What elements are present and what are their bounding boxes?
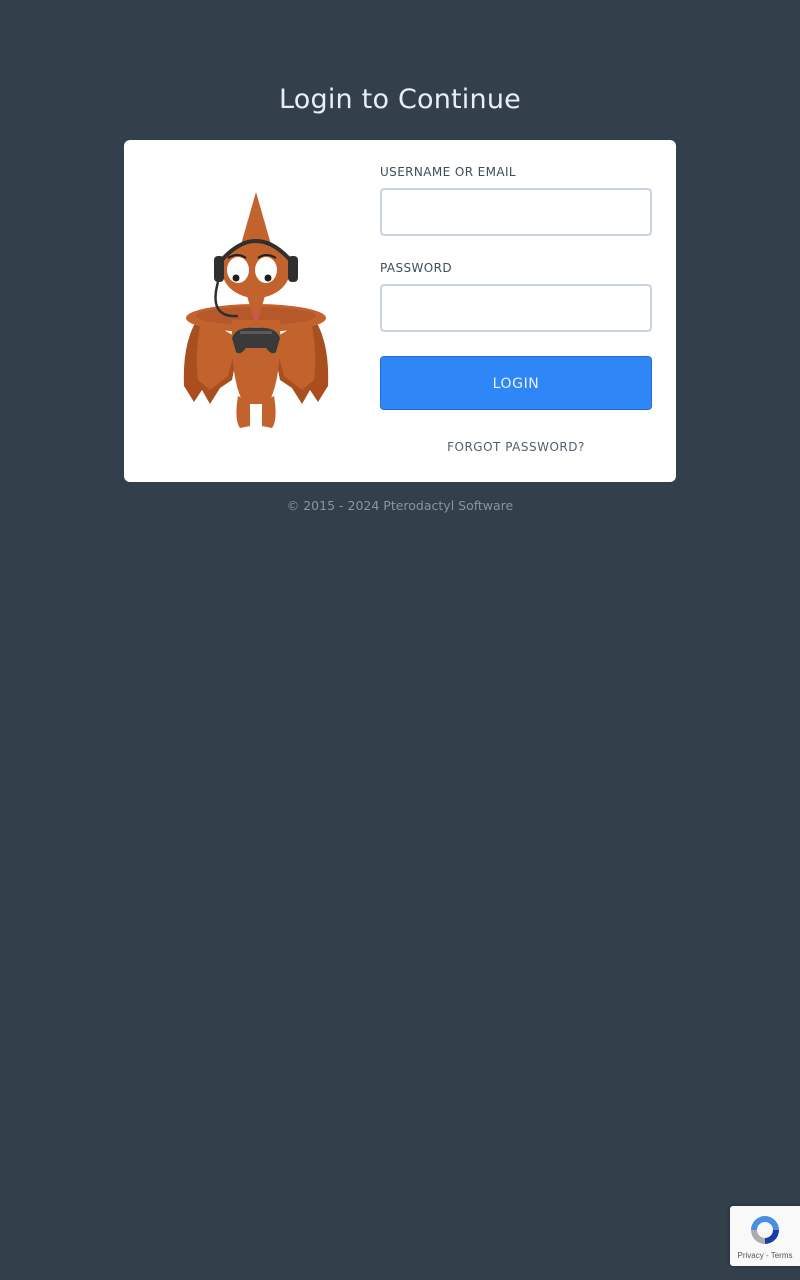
username-input[interactable] <box>380 188 652 236</box>
recaptcha-separator: - <box>763 1251 771 1260</box>
forgot-password-link[interactable]: FORGOT PASSWORD? <box>380 440 652 454</box>
footer: © 2015 - 2024 Pterodactyl Software <box>0 498 800 513</box>
recaptcha-links: Privacy - Terms <box>730 1251 800 1260</box>
page-title: Login to Continue <box>279 84 521 115</box>
recaptcha-badge[interactable]: Privacy - Terms <box>730 1206 800 1266</box>
login-button[interactable]: LOGIN <box>380 356 652 410</box>
recaptcha-terms-link[interactable]: Terms <box>771 1251 793 1260</box>
username-label: USERNAME OR EMAIL <box>380 165 517 179</box>
password-label: PASSWORD <box>380 261 453 275</box>
password-input[interactable] <box>380 284 652 332</box>
pterodactyl-mascot-icon <box>183 192 329 428</box>
recaptcha-privacy-link[interactable]: Privacy <box>738 1251 764 1260</box>
pterodactyl-software-link[interactable]: Pterodactyl Software <box>383 498 513 513</box>
copyright-text: © 2015 - 2024 <box>286 498 384 513</box>
login-card: USERNAME OR EMAIL PASSWORD LOGIN FORGOT … <box>124 140 676 482</box>
recaptcha-logo-icon <box>751 1216 779 1244</box>
